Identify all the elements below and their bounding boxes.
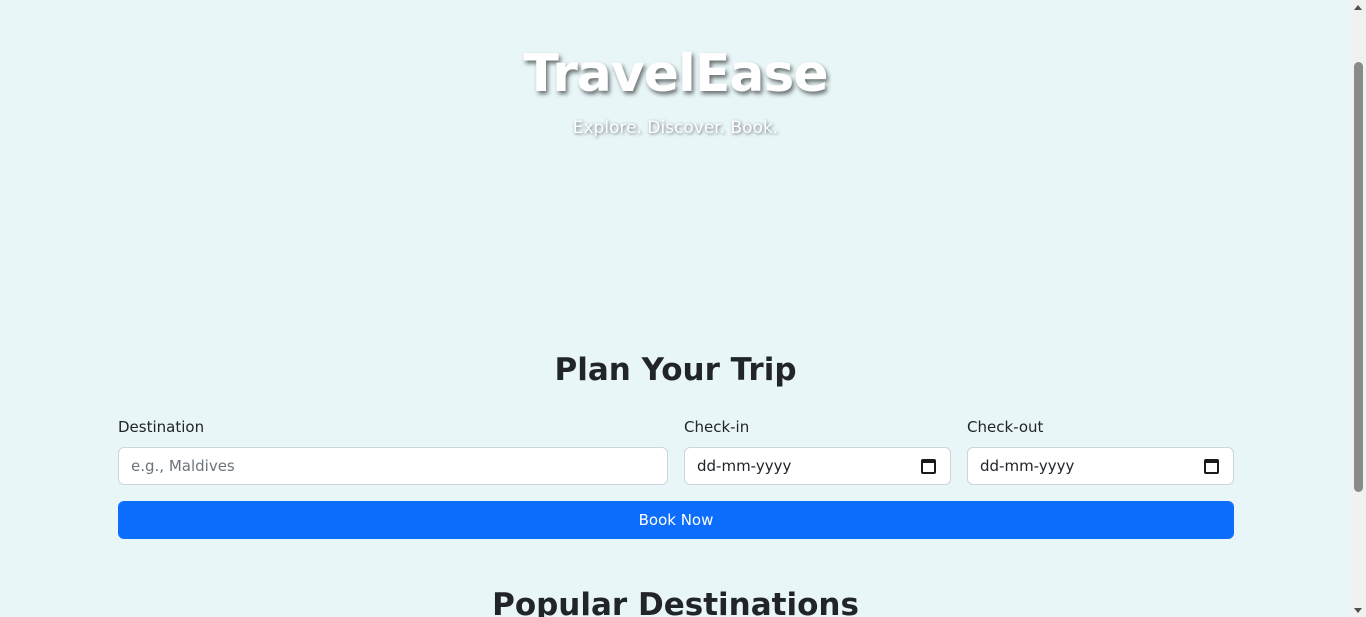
vertical-scrollbar[interactable]	[1351, 0, 1366, 617]
checkout-date-value: dd-mm-yyyy	[980, 457, 1075, 475]
destination-field[interactable]	[118, 447, 668, 485]
checkin-date-field[interactable]: dd-mm-yyyy	[684, 447, 951, 485]
calendar-icon[interactable]	[1204, 458, 1219, 474]
calendar-icon[interactable]	[921, 458, 936, 474]
checkout-label: Check-out	[967, 418, 1044, 436]
scroll-down-arrow-icon[interactable]	[1354, 608, 1362, 613]
page: TravelEase Explore. Discover. Book. Plan…	[0, 0, 1351, 617]
popular-destinations-title: Popular Destinations	[492, 587, 859, 617]
plan-trip-title: Plan Your Trip	[554, 352, 797, 388]
hero-banner: TravelEase Explore. Discover. Book.	[0, 0, 1351, 300]
book-now-button[interactable]: Book Now	[118, 501, 1234, 539]
destination-label: Destination	[118, 418, 205, 436]
brand-tagline: Explore. Discover. Book.	[572, 118, 779, 138]
brand-title: TravelEase	[523, 44, 828, 104]
scroll-up-arrow-icon[interactable]	[1354, 5, 1362, 10]
scrollbar-thumb[interactable]	[1354, 62, 1363, 492]
checkout-date-field[interactable]: dd-mm-yyyy	[967, 447, 1234, 485]
checkin-label: Check-in	[684, 418, 750, 436]
checkin-date-value: dd-mm-yyyy	[697, 457, 792, 475]
destination-input[interactable]	[131, 457, 655, 475]
